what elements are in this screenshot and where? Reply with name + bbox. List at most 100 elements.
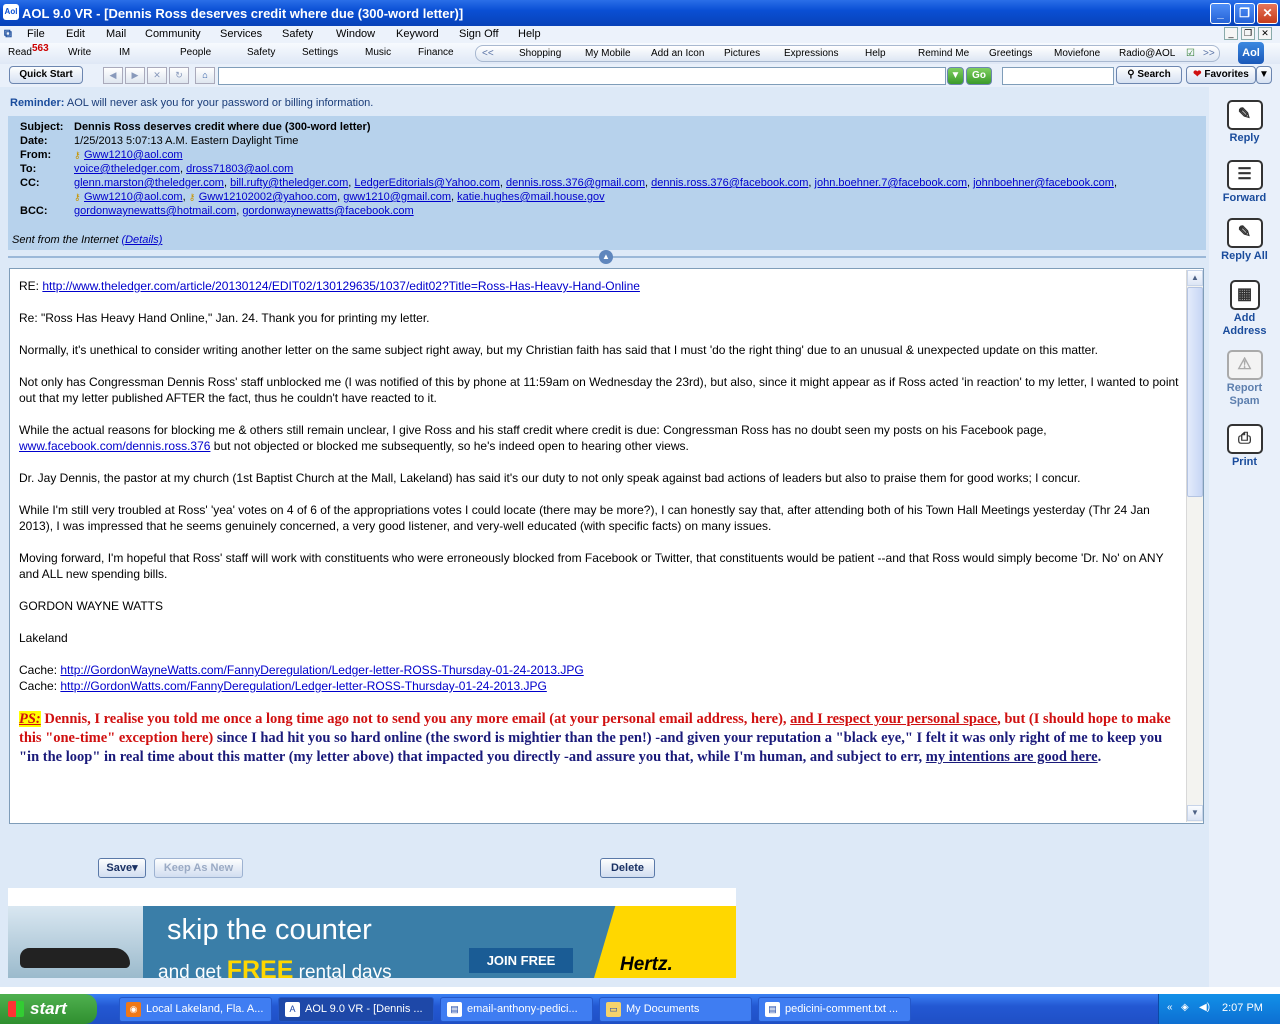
- link-shopping[interactable]: Shopping: [519, 48, 561, 59]
- link-radio-aol[interactable]: Radio@AOL: [1119, 48, 1175, 59]
- link-expressions[interactable]: Expressions: [784, 48, 838, 59]
- cc-address[interactable]: glenn.marston@theledger.com: [74, 177, 224, 189]
- report-spam-button[interactable]: ⚠ Report Spam: [1209, 350, 1280, 408]
- to-address[interactable]: dross71803@aol.com: [186, 163, 293, 175]
- link-pictures[interactable]: Pictures: [724, 48, 760, 59]
- toolbar-safety[interactable]: Safety: [247, 47, 275, 58]
- delete-button[interactable]: Delete: [600, 858, 655, 878]
- minimize-button[interactable]: _: [1210, 3, 1231, 24]
- menu-services[interactable]: Services: [220, 28, 262, 40]
- taskbar-item-my-documents[interactable]: ▭ My Documents: [599, 997, 752, 1022]
- collapse-header-icon[interactable]: ▲: [599, 250, 613, 264]
- reply-button[interactable]: ✎ Reply: [1209, 100, 1280, 145]
- message-body[interactable]: RE: http://www.theledger.com/article/201…: [9, 268, 1204, 824]
- search-button[interactable]: ⚲ Search: [1116, 66, 1182, 84]
- forward-button[interactable]: ☰ Forward: [1209, 160, 1280, 205]
- maximize-button[interactable]: ❐: [1234, 3, 1255, 24]
- toolbar-finance[interactable]: Finance: [418, 47, 454, 58]
- from-address[interactable]: Gww1210@aol.com: [84, 149, 183, 161]
- forward-icon[interactable]: ▶: [125, 67, 145, 84]
- cc-address[interactable]: bill.rufty@theledger.com: [230, 177, 348, 189]
- address-input[interactable]: [218, 67, 946, 85]
- taskbar-item-notepad[interactable]: ▤ pedicini-comment.txt ...: [758, 997, 911, 1022]
- toolbar-people[interactable]: People: [180, 47, 211, 58]
- header-splitter[interactable]: ▲: [8, 250, 1206, 264]
- cc-address[interactable]: katie.hughes@mail.house.gov: [457, 191, 605, 203]
- keep-as-new-button[interactable]: Keep As New: [154, 858, 243, 878]
- menu-mail[interactable]: Mail: [106, 28, 126, 40]
- cc-address[interactable]: Gww12102002@yahoo.com: [199, 191, 337, 203]
- cc-address[interactable]: Gww1210@aol.com: [84, 191, 183, 203]
- go-button[interactable]: Go: [966, 67, 992, 85]
- toolbar-read[interactable]: Read: [8, 47, 32, 58]
- menu-community[interactable]: Community: [145, 28, 201, 40]
- tray-aol-icon[interactable]: ◈: [1181, 1002, 1189, 1013]
- bcc-address[interactable]: gordonwaynewatts@facebook.com: [242, 205, 413, 217]
- facebook-link[interactable]: www.facebook.com/dennis.ross.376: [19, 439, 210, 453]
- address-dropdown-icon[interactable]: ▼: [947, 67, 964, 85]
- cache-link[interactable]: http://GordonWatts.com/FannyDeregulation…: [60, 679, 546, 693]
- scroll-left-icon[interactable]: <<: [482, 48, 494, 59]
- hertz-ad-banner[interactable]: skip the counter and get FREE rental day…: [8, 906, 736, 978]
- details-link[interactable]: (Details): [121, 234, 162, 246]
- join-free-button[interactable]: JOIN FREE: [469, 948, 573, 973]
- cc-address[interactable]: john.boehner.7@facebook.com: [815, 177, 967, 189]
- to-address[interactable]: voice@theledger.com: [74, 163, 180, 175]
- toolbar-settings[interactable]: Settings: [302, 47, 338, 58]
- tray-volume-icon[interactable]: ◀): [1199, 1002, 1210, 1013]
- scroll-thumb[interactable]: [1187, 287, 1203, 497]
- mdi-close-button[interactable]: ✕: [1258, 27, 1272, 40]
- toolbar-write[interactable]: Write: [68, 47, 91, 58]
- bcc-address[interactable]: gordonwaynewatts@hotmail.com: [74, 205, 236, 217]
- quick-start-button[interactable]: Quick Start: [9, 66, 83, 84]
- home-icon[interactable]: ⌂: [195, 67, 215, 84]
- task-label: My Documents: [626, 1003, 700, 1015]
- cc-address[interactable]: dennis.ross.376@gmail.com: [506, 177, 645, 189]
- mdi-restore-button[interactable]: ❐: [1241, 27, 1255, 40]
- stop-icon[interactable]: ✕: [147, 67, 167, 84]
- link-add-an-icon[interactable]: Add an Icon: [651, 48, 704, 59]
- link-help[interactable]: Help: [865, 48, 886, 59]
- search-input[interactable]: [1002, 67, 1114, 85]
- add-address-button[interactable]: ▦ Add Address: [1209, 280, 1280, 338]
- favorites-button[interactable]: ❤ Favorites: [1186, 66, 1256, 84]
- menu-keyword[interactable]: Keyword: [396, 28, 439, 40]
- cc-address[interactable]: gww1210@gmail.com: [343, 191, 451, 203]
- app-menu-icon[interactable]: ⧉: [4, 28, 12, 41]
- link-moviefone[interactable]: Moviefone: [1054, 48, 1100, 59]
- mdi-minimize-button[interactable]: _: [1224, 27, 1238, 40]
- article-link[interactable]: http://www.theledger.com/article/2013012…: [42, 279, 640, 293]
- save-button[interactable]: Save▾: [98, 858, 146, 878]
- favorites-dropdown-icon[interactable]: ▼: [1256, 66, 1272, 84]
- cache-link[interactable]: http://GordonWayneWatts.com/FannyDeregul…: [60, 663, 583, 677]
- link-greetings[interactable]: Greetings: [989, 48, 1032, 59]
- scroll-up-icon[interactable]: ▲: [1187, 270, 1203, 286]
- back-icon[interactable]: ◀: [103, 67, 123, 84]
- menu-sign-off[interactable]: Sign Off: [459, 28, 499, 40]
- close-button[interactable]: ✕: [1257, 3, 1278, 24]
- menu-safety[interactable]: Safety: [282, 28, 313, 40]
- menu-help[interactable]: Help: [518, 28, 541, 40]
- link-my-mobile[interactable]: My Mobile: [585, 48, 631, 59]
- scroll-right-icon[interactable]: >>: [1203, 48, 1215, 59]
- vertical-scrollbar[interactable]: ▲ ▼: [1186, 270, 1203, 822]
- taskbar-item-firefox[interactable]: ◉ Local Lakeland, Fla. A...: [119, 997, 272, 1022]
- menu-window[interactable]: Window: [336, 28, 375, 40]
- menu-file[interactable]: File: [27, 28, 45, 40]
- cc-address[interactable]: LedgerEditorials@Yahoo.com: [354, 177, 500, 189]
- toolbar-im[interactable]: IM: [119, 47, 130, 58]
- scroll-down-icon[interactable]: ▼: [1187, 805, 1203, 821]
- cc-address[interactable]: johnboehner@facebook.com: [973, 177, 1114, 189]
- checkbox-icon[interactable]: ☑: [1186, 48, 1195, 59]
- reply-all-button[interactable]: ✎ Reply All: [1209, 218, 1280, 263]
- toolbar-music[interactable]: Music: [365, 47, 391, 58]
- print-button[interactable]: ⎙ Print: [1209, 424, 1280, 469]
- refresh-icon[interactable]: ↻: [169, 67, 189, 84]
- menu-edit[interactable]: Edit: [66, 28, 85, 40]
- taskbar-item-aol[interactable]: A AOL 9.0 VR - [Dennis ...: [278, 997, 434, 1022]
- start-button[interactable]: start: [0, 994, 97, 1024]
- cc-address[interactable]: dennis.ross.376@facebook.com: [651, 177, 808, 189]
- taskbar-item-email-doc[interactable]: ▤ email-anthony-pedici...: [440, 997, 593, 1022]
- tray-arrow-icon[interactable]: «: [1167, 1002, 1173, 1013]
- link-remind-me[interactable]: Remind Me: [918, 48, 969, 59]
